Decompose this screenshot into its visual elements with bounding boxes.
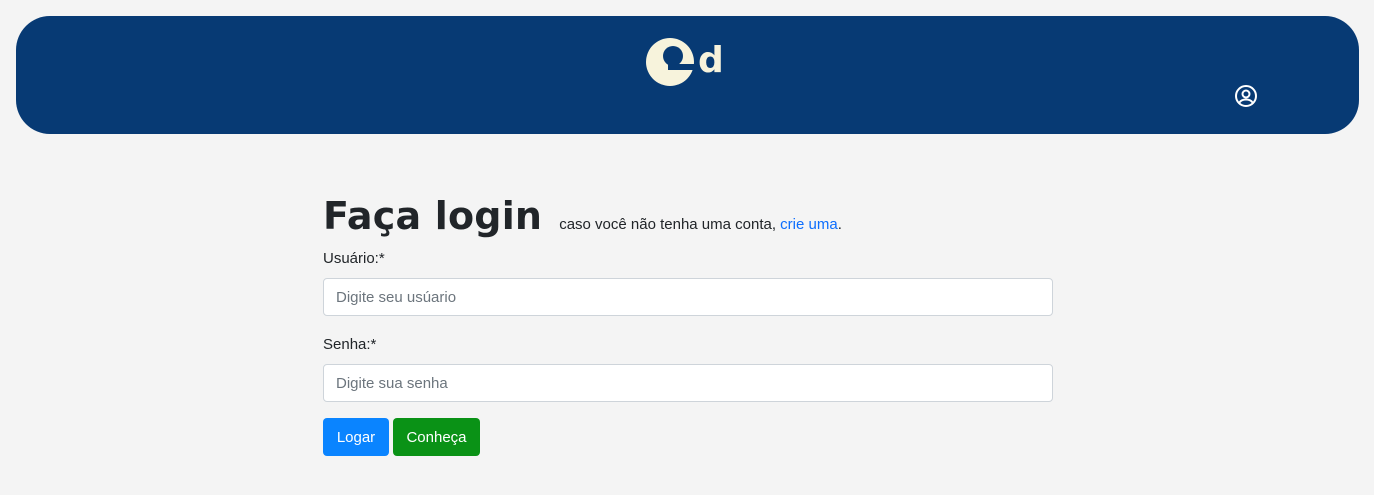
signup-prompt-suffix: . xyxy=(837,216,842,233)
login-button[interactable]: Logar xyxy=(323,418,389,456)
username-input[interactable] xyxy=(323,278,1053,316)
username-label: Usuário:* xyxy=(323,250,385,267)
logo-letter: d xyxy=(698,40,724,81)
password-label: Senha:* xyxy=(323,336,377,353)
password-input[interactable] xyxy=(323,364,1053,402)
ed-logo[interactable]: d xyxy=(646,34,728,86)
create-account-link[interactable]: crie uma xyxy=(780,216,838,233)
signup-prompt: caso você não tenha uma conta, crie uma. xyxy=(559,216,842,233)
login-form: Faça login caso você não tenha uma conta… xyxy=(323,194,1053,456)
signup-prompt-text: caso você não tenha uma conta, xyxy=(559,216,781,233)
discover-button[interactable]: Conheça xyxy=(393,418,480,456)
title-row: Faça login caso você não tenha uma conta… xyxy=(323,194,1053,242)
user-circle-icon[interactable] xyxy=(1234,84,1258,108)
page-title: Faça login xyxy=(323,194,543,238)
top-header: d xyxy=(16,16,1359,134)
